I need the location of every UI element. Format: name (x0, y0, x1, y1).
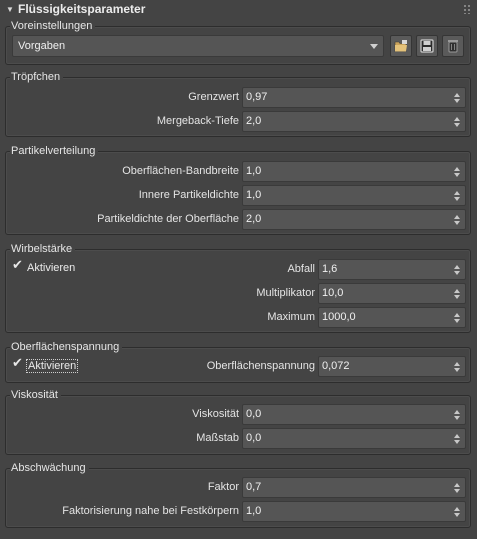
spinner-arrows-icon[interactable] (454, 116, 461, 128)
spinner-arrows-icon[interactable] (454, 361, 461, 373)
vorticity-group-title: Wirbelstärke (10, 242, 76, 256)
presets-group: Voreinstellungen Vorgaben (5, 19, 471, 65)
chevron-down-icon (370, 44, 378, 49)
viscosity-group: Viskosität Viskosität 0,0 Maßstab 0,0 (5, 388, 471, 455)
surface-tension-group: Oberflächenspannung ✔ Aktivieren Oberflä… (5, 340, 471, 383)
surface-tension-label: Oberflächenspannung (206, 360, 315, 372)
viscosity-spinner[interactable]: 0,0 (242, 404, 466, 425)
spinner-arrows-icon[interactable] (454, 409, 461, 421)
surface-density-spinner[interactable]: 2,0 (242, 209, 466, 230)
surface-tension-group-title: Oberflächenspannung (10, 340, 123, 354)
surface-tension-enable-checkbox[interactable]: ✔ Aktivieren (12, 356, 79, 374)
factor-spinner[interactable]: 0,7 (242, 477, 466, 498)
droplets-group: Tröpfchen Grenzwert 0,97 Mergeback-Tiefe… (5, 70, 471, 137)
spinner-arrows-icon[interactable] (454, 312, 461, 324)
threshold-label: Grenzwert (188, 91, 239, 103)
save-icon (420, 39, 434, 53)
delete-preset-button[interactable] (442, 35, 464, 57)
spinner-arrows-icon[interactable] (454, 288, 461, 300)
vorticity-enable-label: Aktivieren (27, 262, 76, 274)
mergeback-depth-label: Mergeback-Tiefe (156, 115, 239, 127)
scale-value: 0,0 (246, 432, 262, 444)
spinner-arrows-icon[interactable] (454, 482, 461, 494)
maximum-label: Maximum (267, 311, 315, 323)
particle-distribution-group: Partikelverteilung Oberflächen-Bandbreit… (5, 144, 471, 235)
collapse-arrow-icon[interactable]: ▼ (6, 5, 14, 14)
damping-group: Abschwächung Faktor 0,7 Faktorisierung n… (5, 461, 471, 528)
checkmark-icon[interactable]: ✔ (12, 258, 25, 274)
maximum-value: 1000,0 (322, 311, 356, 323)
save-preset-button[interactable] (416, 35, 438, 57)
scale-label: Maßstab (196, 432, 239, 444)
spinner-arrows-icon[interactable] (454, 264, 461, 276)
viscosity-label: Viskosität (192, 408, 239, 420)
presets-group-title: Voreinstellungen (10, 19, 96, 33)
mergeback-depth-spinner[interactable]: 2,0 (242, 111, 466, 132)
checkmark-icon[interactable]: ✔ (12, 356, 25, 372)
rollout-header[interactable]: ▼ Flüssigkeitsparameter (0, 0, 477, 18)
surface-tension-value: 0,072 (322, 360, 350, 372)
surface-bandwidth-spinner[interactable]: 1,0 (242, 161, 466, 182)
vorticity-group: Wirbelstärke ✔ Aktivieren Abfall 1,6 Mul… (5, 242, 471, 333)
spinner-arrows-icon[interactable] (454, 166, 461, 178)
inner-density-value: 1,0 (246, 189, 262, 201)
surface-density-value: 2,0 (246, 213, 262, 225)
factor-label: Faktor (207, 481, 239, 493)
surface-tension-enable-label: Aktivieren (25, 359, 79, 373)
vorticity-enable-checkbox[interactable]: ✔ Aktivieren (12, 258, 76, 276)
presets-dropdown[interactable]: Vorgaben (12, 35, 384, 57)
falloff-label: Abfall (287, 263, 315, 275)
drag-grip-icon[interactable] (463, 4, 471, 14)
droplets-group-title: Tröpfchen (10, 70, 64, 84)
rollout-title: Flüssigkeitsparameter (18, 2, 146, 16)
inner-density-label: Innere Partikeldichte (138, 189, 239, 201)
near-solid-label: Faktorisierung nahe bei Festkörpern (62, 505, 239, 517)
falloff-spinner[interactable]: 1,6 (318, 259, 466, 280)
presets-selected: Vorgaben (18, 40, 66, 52)
spinner-arrows-icon[interactable] (454, 214, 461, 226)
viscosity-group-title: Viskosität (10, 388, 61, 402)
maximum-spinner[interactable]: 1000,0 (318, 307, 466, 328)
falloff-value: 1,6 (322, 263, 338, 275)
damping-group-title: Abschwächung (10, 461, 89, 475)
inner-density-spinner[interactable]: 1,0 (242, 185, 466, 206)
delete-icon (448, 40, 458, 53)
surface-density-label: Partikeldichte der Oberfläche (97, 213, 239, 225)
multiplier-label: Multiplikator (256, 287, 315, 299)
near-solid-value: 1,0 (246, 505, 262, 517)
multiplier-spinner[interactable]: 10,0 (318, 283, 466, 304)
surface-bandwidth-label: Oberflächen-Bandbreite (122, 165, 239, 177)
threshold-value: 0,97 (246, 91, 268, 103)
multiplier-value: 10,0 (322, 287, 344, 299)
spinner-arrows-icon[interactable] (454, 506, 461, 518)
near-solid-spinner[interactable]: 1,0 (242, 501, 466, 522)
factor-value: 0,7 (246, 481, 262, 493)
spinner-arrows-icon[interactable] (454, 92, 461, 104)
spinner-arrows-icon[interactable] (454, 190, 461, 202)
mergeback-depth-value: 2,0 (246, 115, 262, 127)
surface-bandwidth-value: 1,0 (246, 165, 262, 177)
folder-open-icon (394, 40, 407, 52)
viscosity-value: 0,0 (246, 408, 262, 420)
load-preset-button[interactable] (390, 35, 412, 57)
scale-spinner[interactable]: 0,0 (242, 428, 466, 449)
threshold-spinner[interactable]: 0,97 (242, 87, 466, 108)
spinner-arrows-icon[interactable] (454, 433, 461, 445)
particle-distribution-group-title: Partikelverteilung (10, 144, 99, 158)
surface-tension-spinner[interactable]: 0,072 (318, 356, 466, 377)
